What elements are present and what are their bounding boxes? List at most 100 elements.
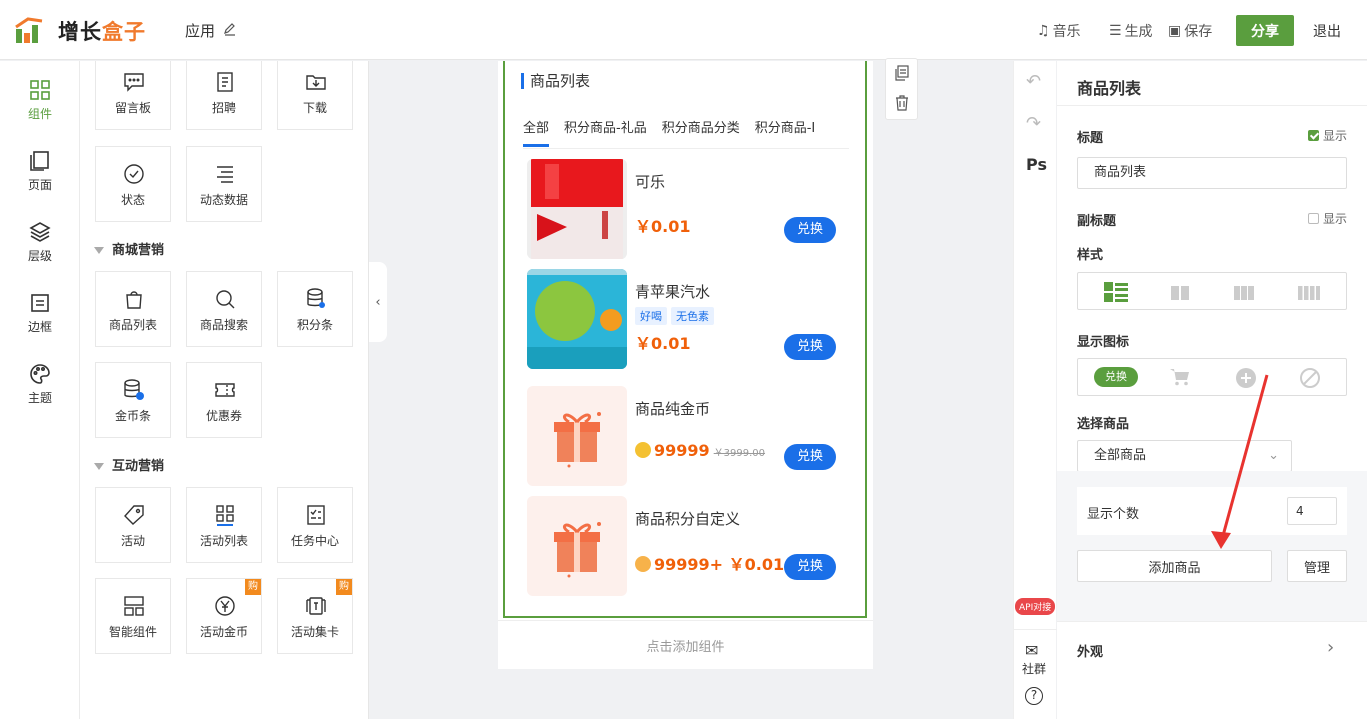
buy-badge: 购: [245, 579, 261, 595]
nav-item-pages[interactable]: 页面: [0, 150, 80, 193]
tab-points-i[interactable]: 积分商品-I: [755, 117, 816, 144]
ps-button[interactable]: Ps: [1026, 155, 1047, 174]
share-button[interactable]: 分享: [1236, 15, 1294, 46]
activity-grid-icon: [216, 505, 234, 526]
api-badge[interactable]: API对接: [1015, 598, 1056, 615]
add-product-button[interactable]: 添加商品: [1077, 550, 1272, 582]
wechat-icon[interactable]: ✉: [1025, 641, 1038, 660]
component-activity-coin[interactable]: 活动金币购: [186, 578, 262, 654]
points-coin-icon: [635, 556, 651, 572]
component-activity-list[interactable]: 活动列表: [186, 487, 262, 563]
widget-toolbar: [885, 58, 918, 120]
product-image-gift: [527, 496, 627, 596]
section-interactive-marketing[interactable]: 互动营销: [94, 455, 164, 474]
component-card-collect[interactable]: 活动集卡购: [277, 578, 353, 654]
product-price: 99999 ￥3999.00: [635, 441, 765, 460]
style-two-col-icon[interactable]: [1171, 286, 1189, 300]
redeem-button[interactable]: 兑换: [784, 334, 836, 360]
component-download[interactable]: 下载: [277, 61, 353, 130]
manage-button[interactable]: 管理: [1287, 550, 1347, 582]
collapse-arrow-icon: [94, 247, 104, 254]
app-name[interactable]: 应用: [185, 20, 215, 41]
redo-icon[interactable]: ↷: [1026, 113, 1041, 134]
title-input[interactable]: 商品列表: [1077, 157, 1347, 189]
product-price: 99999+ ￥0.01: [635, 551, 784, 575]
tab-all[interactable]: 全部: [523, 117, 550, 147]
collapse-panel-button[interactable]: ‹: [369, 262, 387, 342]
product-image-cola: [527, 159, 627, 259]
collapse-arrow-icon: [94, 463, 104, 470]
chevron-right-icon[interactable]: ›: [1327, 637, 1334, 658]
checkbox-checked-icon: [1307, 130, 1319, 141]
coin-stack-icon: [124, 379, 144, 400]
subtitle-show-checkbox[interactable]: 显示: [1307, 210, 1347, 227]
nav-item-theme[interactable]: 主题: [0, 363, 80, 406]
title-show-checkbox[interactable]: 显示: [1307, 127, 1347, 144]
tab-points-gift[interactable]: 积分商品-礼品: [564, 117, 647, 144]
component-coupon[interactable]: 优惠券: [186, 362, 262, 438]
redeem-button[interactable]: 兑换: [784, 217, 836, 243]
top-bar: 增长盒子 应用 ♫ 音乐 ☰ 生成 ▣ 保存 分享 退出: [0, 0, 1367, 60]
brand-name: 增长盒子: [58, 20, 146, 44]
style-label: 样式: [1077, 248, 1104, 263]
select-product-label: 选择商品: [1077, 417, 1130, 432]
section-mall-marketing[interactable]: 商城营销: [94, 239, 164, 258]
palette-icon: [30, 364, 50, 384]
count-input[interactable]: 4: [1287, 497, 1337, 525]
edit-icon[interactable]: [223, 22, 237, 36]
appearance-section[interactable]: 外观: [1077, 641, 1103, 660]
component-status[interactable]: 状态: [95, 146, 171, 222]
cart-icon[interactable]: [1170, 368, 1190, 386]
component-coin-bar[interactable]: 金币条: [95, 362, 171, 438]
list-icon: ☰: [1109, 23, 1122, 39]
style-four-col-icon[interactable]: [1298, 286, 1320, 300]
save-button[interactable]: ▣ 保存: [1168, 21, 1212, 41]
music-button[interactable]: ♫ 音乐: [1037, 21, 1081, 41]
nav-item-border[interactable]: 边框: [0, 292, 80, 335]
component-product-search[interactable]: 商品搜索: [186, 271, 262, 347]
component-smart[interactable]: 智能组件: [95, 578, 171, 654]
component-task-center[interactable]: 任务中心: [277, 487, 353, 563]
component-message-board[interactable]: 留言板: [95, 61, 171, 130]
check-circle-icon: [124, 164, 144, 184]
product-price: ￥0.01: [635, 217, 691, 236]
style-three-col-icon[interactable]: [1234, 286, 1254, 300]
community-label[interactable]: 社群: [1022, 660, 1046, 677]
undo-icon[interactable]: ↶: [1026, 71, 1041, 92]
none-icon[interactable]: [1299, 367, 1321, 389]
component-dynamic-data[interactable]: 动态数据: [186, 146, 262, 222]
style-options: [1077, 272, 1347, 310]
component-recruit[interactable]: 招聘: [186, 61, 262, 130]
help-icon[interactable]: ?: [1025, 687, 1043, 705]
grid-icon: [30, 80, 50, 100]
trash-icon[interactable]: [895, 95, 909, 111]
style-list-icon[interactable]: [1104, 282, 1128, 302]
copy-icon[interactable]: [895, 65, 909, 81]
product-list-widget[interactable]: 商品列表 全部 积分商品-礼品 积分商品分类 积分商品-I 可乐 ￥0.01 兑换 青…: [503, 61, 867, 618]
add-component-button[interactable]: 点击添加组件: [498, 620, 873, 669]
logo-icon: [15, 17, 43, 43]
component-activity[interactable]: 活动: [95, 487, 171, 563]
icon-option-redeem[interactable]: 兑换: [1094, 367, 1138, 387]
product-name: 商品纯金币: [635, 400, 711, 418]
redeem-button[interactable]: 兑换: [784, 444, 836, 470]
tab-points-category[interactable]: 积分商品分类: [662, 117, 740, 144]
right-tool-strip: ↶ ↷ Ps API对接 ✉ 社群 ?: [1013, 61, 1057, 719]
tag-icon: [124, 505, 144, 525]
product-image-apple-soda: [527, 269, 627, 369]
nav-item-layers[interactable]: 层级: [0, 221, 80, 264]
chevron-left-icon: ‹: [375, 294, 381, 310]
component-product-list[interactable]: 商品列表: [95, 271, 171, 347]
product-tabs: 全部 积分商品-礼品 积分商品分类 积分商品-I: [523, 117, 849, 149]
component-points-bar[interactable]: 积分条: [277, 271, 353, 347]
product-tags: 好喝 无色素: [635, 307, 718, 325]
icon-label: 显示图标: [1077, 335, 1130, 350]
properties-panel: 商品列表 标题 显示 商品列表 副标题 显示 样式 显示图标 兑换 选择商品 全…: [1057, 61, 1367, 719]
generate-button[interactable]: ☰ 生成: [1109, 21, 1153, 41]
checklist-icon: [307, 505, 325, 525]
coupon-icon: [215, 383, 235, 397]
title-label: 标题: [1077, 131, 1104, 146]
exit-button[interactable]: 退出: [1313, 21, 1341, 41]
redeem-button[interactable]: 兑换: [784, 554, 836, 580]
nav-item-components[interactable]: 组件: [0, 79, 80, 122]
